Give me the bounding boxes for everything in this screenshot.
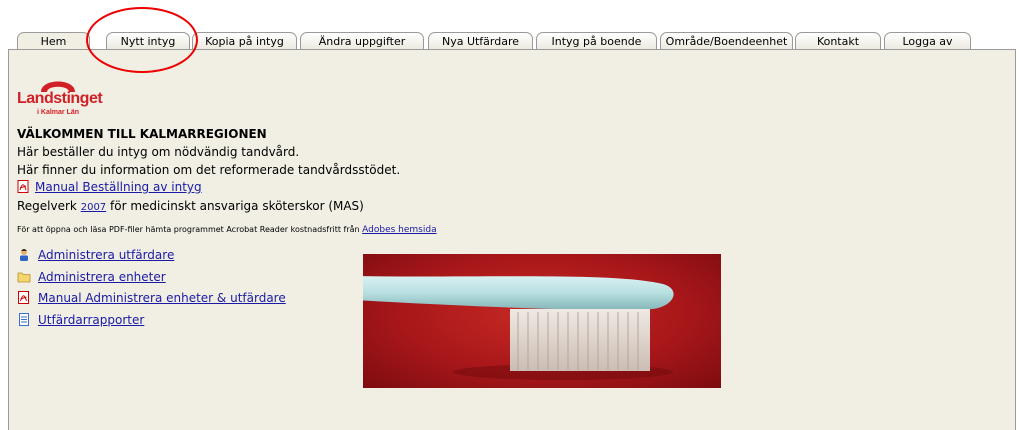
regelverk-row: Regelverk 2007 för medicinskt ansvariga … xyxy=(17,199,364,213)
landstinget-logo: Landstinget i Kalmar Län xyxy=(17,74,117,120)
menu-manual-administrera[interactable]: Manual Administrera enheter & utfärdare xyxy=(17,291,286,305)
adobe-link[interactable]: Adobes hemsida xyxy=(362,225,436,235)
pdf-icon xyxy=(17,180,29,193)
regelverk-suffix: för medicinskt ansvariga sköterskor (MAS… xyxy=(110,199,364,213)
menu-label: Utfärdarrapporter xyxy=(38,313,145,327)
highlight-circle xyxy=(86,7,198,73)
menu-utfardarrapporter[interactable]: Utfärdarrapporter xyxy=(17,313,144,327)
folder-icon xyxy=(17,272,31,283)
menu-label: Manual Administrera enheter & utfärdare xyxy=(38,291,286,305)
tab-kopia-pa-intyg[interactable]: Kopia på intyg xyxy=(192,32,297,49)
toothbrush-image xyxy=(363,276,674,380)
pdf-icon xyxy=(18,291,29,304)
intro-line-1: Här beställer du intyg om nödvändig tand… xyxy=(17,145,300,159)
tab-kontakt[interactable]: Kontakt xyxy=(795,32,881,49)
tab-nya-utfardare[interactable]: Nya Utfärdare xyxy=(428,32,533,49)
document-icon xyxy=(19,313,29,326)
tab-andra-uppgifter[interactable]: Ändra uppgifter xyxy=(300,32,424,49)
toothbrush-photo xyxy=(363,254,721,388)
person-icon xyxy=(20,249,28,261)
page-heading: VÄLKOMMEN TILL KALMARREGIONEN xyxy=(17,127,267,141)
tab-logga-av[interactable]: Logga av xyxy=(884,32,971,49)
menu-label: Administrera utfärdare xyxy=(38,248,175,262)
menu-administrera-utfardare[interactable]: Administrera utfärdare xyxy=(17,248,174,262)
manual-order-link[interactable]: Manual Beställning av intyg xyxy=(35,180,202,194)
tab-hem[interactable]: Hem xyxy=(17,32,90,50)
manual-order-row: Manual Beställning av intyg xyxy=(17,180,202,194)
logo-text: Landstinget xyxy=(17,90,103,107)
menu-label: Administrera enheter xyxy=(38,270,166,284)
regelverk-2007-link[interactable]: 2007 xyxy=(81,202,106,213)
logo-subtext: i Kalmar Län xyxy=(37,109,80,116)
menu-administrera-enheter[interactable]: Administrera enheter xyxy=(17,270,166,284)
pdf-note-text: För att öppna och läsa PDF-filer hämta p… xyxy=(17,225,360,234)
tab-intyg-pa-boende[interactable]: Intyg på boende xyxy=(536,32,657,49)
regelverk-prefix: Regelverk xyxy=(17,199,77,213)
intro-line-2: Här finner du information om det reforme… xyxy=(17,163,401,177)
pdf-note-row: För att öppna och läsa PDF-filer hämta p… xyxy=(17,225,437,235)
tab-omrade-boendeenhet[interactable]: Område/Boendeenhet xyxy=(660,32,793,49)
